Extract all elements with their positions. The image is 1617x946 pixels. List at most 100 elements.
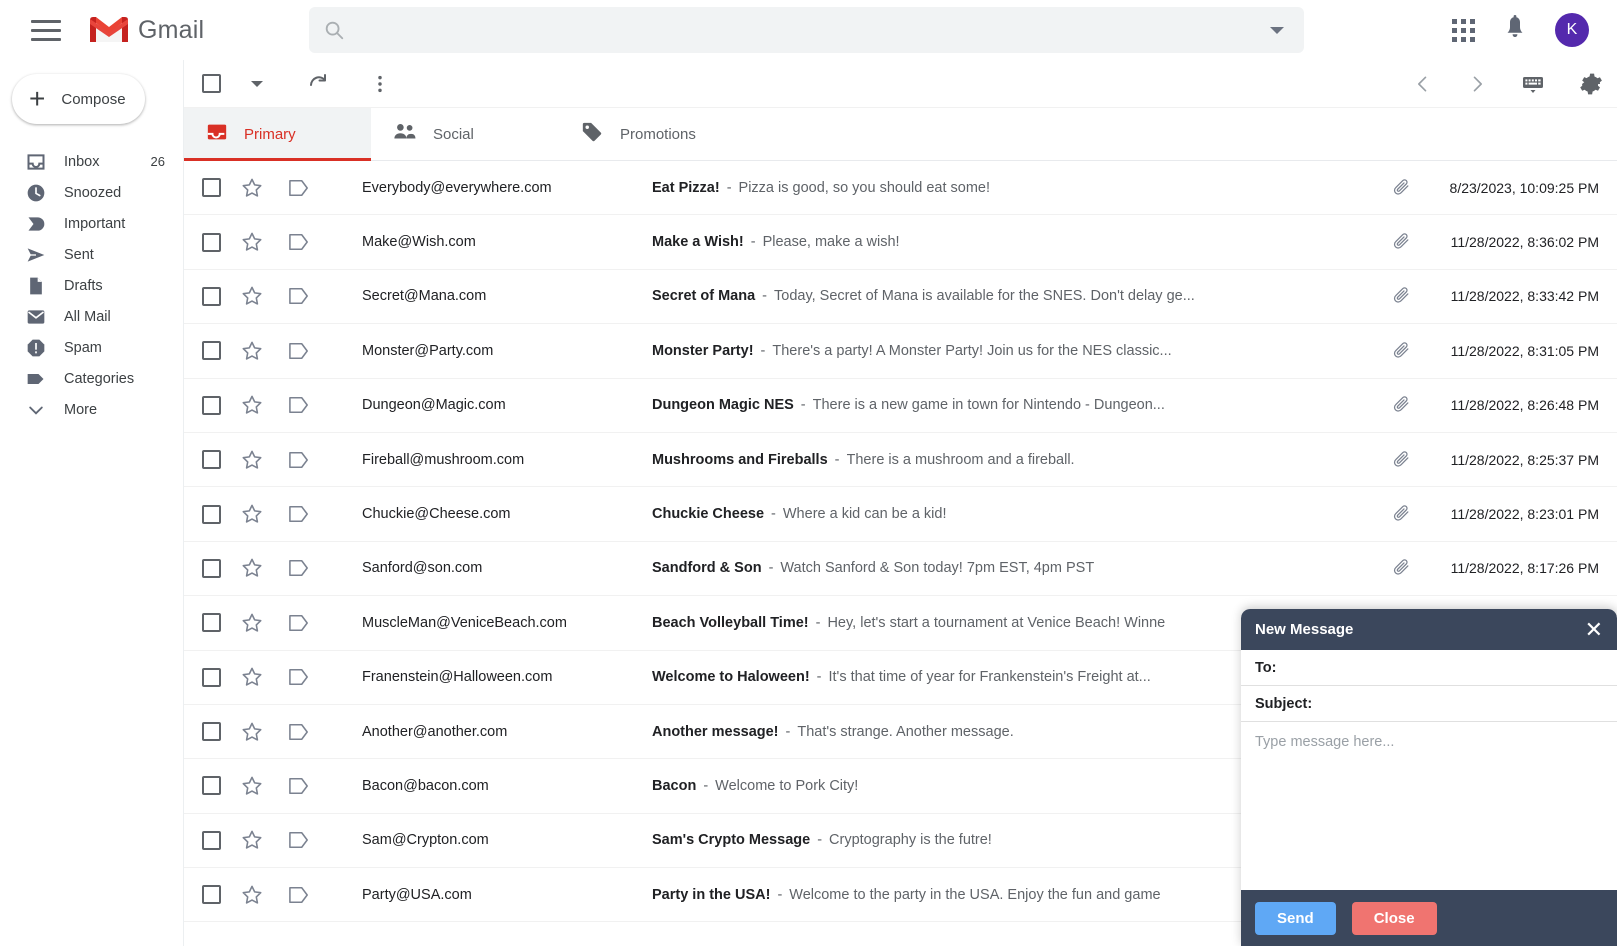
star-icon[interactable]	[241, 449, 263, 471]
email-message: Sandford & Son-Watch Sanford & Son today…	[652, 560, 1377, 576]
table-row[interactable]: Dungeon@Magic.comDungeon Magic NES-There…	[184, 379, 1617, 433]
important-marker-icon[interactable]	[288, 613, 310, 633]
row-select-checkbox[interactable]	[202, 831, 221, 850]
tab-primary[interactable]: Primary	[184, 108, 371, 160]
row-select-checkbox[interactable]	[202, 450, 221, 469]
star-icon[interactable]	[241, 829, 263, 851]
table-row[interactable]: Sanford@son.comSandford & Son-Watch Sanf…	[184, 542, 1617, 596]
important-marker-icon[interactable]	[288, 341, 310, 361]
sidebar-item-inbox[interactable]: Inbox 26	[0, 146, 183, 177]
keyboard-input-icon[interactable]	[1521, 72, 1545, 96]
important-marker-icon[interactable]	[288, 232, 310, 252]
star-icon[interactable]	[241, 775, 263, 797]
compose-button[interactable]: + Compose	[12, 74, 145, 124]
star-icon[interactable]	[241, 721, 263, 743]
table-row[interactable]: Fireball@mushroom.comMushrooms and Fireb…	[184, 433, 1617, 487]
chevron-left-icon[interactable]	[1413, 74, 1433, 94]
important-marker-icon[interactable]	[288, 885, 310, 905]
sidebar-item-categories[interactable]: Categories	[0, 363, 183, 394]
refresh-icon[interactable]	[307, 72, 331, 96]
compose-subject-input[interactable]	[1318, 696, 1603, 712]
important-marker-icon[interactable]	[288, 178, 310, 198]
attachment-paperclip-icon[interactable]	[1387, 178, 1417, 198]
attachment-paperclip-icon[interactable]	[1387, 558, 1417, 578]
close-button[interactable]: Close	[1352, 902, 1437, 935]
search-input[interactable]	[357, 22, 1270, 39]
important-marker-icon[interactable]	[288, 776, 310, 796]
table-row[interactable]: Make@Wish.comMake a Wish!-Please, make a…	[184, 215, 1617, 269]
avatar[interactable]: K	[1555, 13, 1589, 47]
compose-message-textarea[interactable]	[1255, 734, 1603, 878]
gear-icon[interactable]	[1579, 72, 1603, 96]
row-select-checkbox[interactable]	[202, 287, 221, 306]
table-row[interactable]: Everybody@everywhere.comEat Pizza!-Pizza…	[184, 161, 1617, 215]
star-icon[interactable]	[241, 285, 263, 307]
star-icon[interactable]	[241, 177, 263, 199]
important-marker-icon[interactable]	[288, 450, 310, 470]
attachment-paperclip-icon[interactable]	[1387, 450, 1417, 470]
star-icon[interactable]	[241, 557, 263, 579]
star-icon[interactable]	[241, 612, 263, 634]
sidebar-item-more[interactable]: More	[0, 394, 183, 425]
chevron-right-icon[interactable]	[1467, 74, 1487, 94]
row-select-checkbox[interactable]	[202, 233, 221, 252]
apps-grid-icon[interactable]	[1452, 19, 1475, 42]
row-select-checkbox[interactable]	[202, 341, 221, 360]
row-select-checkbox[interactable]	[202, 396, 221, 415]
sidebar-item-all-mail[interactable]: All Mail	[0, 301, 183, 332]
search-bar[interactable]	[309, 7, 1304, 53]
attachment-paperclip-icon[interactable]	[1387, 232, 1417, 252]
email-dash: -	[744, 234, 763, 250]
star-icon[interactable]	[241, 503, 263, 525]
table-row[interactable]: Secret@Mana.comSecret of Mana-Today, Sec…	[184, 270, 1617, 324]
sidebar-item-sent[interactable]: Sent	[0, 239, 183, 270]
compose-to-input[interactable]	[1282, 660, 1603, 676]
important-marker-icon[interactable]	[288, 558, 310, 578]
star-icon[interactable]	[241, 666, 263, 688]
mail-list-panel: Primary Social Promotions Everybody@ever…	[183, 60, 1617, 946]
star-icon[interactable]	[241, 340, 263, 362]
more-vertical-icon[interactable]	[369, 73, 391, 95]
row-select-checkbox[interactable]	[202, 178, 221, 197]
row-select-checkbox[interactable]	[202, 722, 221, 741]
attachment-paperclip-icon[interactable]	[1387, 395, 1417, 415]
important-marker-icon[interactable]	[288, 286, 310, 306]
sidebar-item-snoozed[interactable]: Snoozed	[0, 177, 183, 208]
send-arrow-icon	[25, 244, 46, 265]
sidebar-item-important[interactable]: Important	[0, 208, 183, 239]
email-snippet: Today, Secret of Mana is available for t…	[774, 288, 1195, 304]
important-marker-icon[interactable]	[288, 667, 310, 687]
important-marker-icon[interactable]	[288, 504, 310, 524]
chevron-down-icon[interactable]	[1270, 27, 1284, 34]
clock-icon	[25, 182, 46, 203]
row-select-checkbox[interactable]	[202, 668, 221, 687]
row-select-checkbox[interactable]	[202, 613, 221, 632]
tab-social[interactable]: Social	[371, 108, 558, 160]
send-button[interactable]: Send	[1255, 902, 1336, 935]
row-select-checkbox[interactable]	[202, 505, 221, 524]
email-dash: -	[828, 452, 847, 468]
bell-icon[interactable]	[1503, 15, 1527, 46]
tab-promotions[interactable]: Promotions	[558, 108, 745, 160]
important-marker-icon[interactable]	[288, 830, 310, 850]
star-icon[interactable]	[241, 231, 263, 253]
close-x-icon[interactable]: ✕	[1585, 619, 1603, 641]
important-marker-icon[interactable]	[288, 722, 310, 742]
sidebar-item-drafts[interactable]: Drafts	[0, 270, 183, 301]
row-select-checkbox[interactable]	[202, 559, 221, 578]
row-select-checkbox[interactable]	[202, 885, 221, 904]
attachment-paperclip-icon[interactable]	[1387, 286, 1417, 306]
select-all-checkbox[interactable]	[202, 74, 221, 93]
attachment-paperclip-icon[interactable]	[1387, 504, 1417, 524]
email-subject: Monster Party!	[652, 343, 754, 359]
table-row[interactable]: Monster@Party.comMonster Party!-There's …	[184, 324, 1617, 378]
sidebar-item-spam[interactable]: Spam	[0, 332, 183, 363]
attachment-paperclip-icon[interactable]	[1387, 341, 1417, 361]
row-select-checkbox[interactable]	[202, 776, 221, 795]
star-icon[interactable]	[241, 884, 263, 906]
select-all-chevron-down-icon[interactable]	[251, 81, 263, 87]
hamburger-menu-icon[interactable]	[24, 8, 68, 52]
important-marker-icon[interactable]	[288, 395, 310, 415]
table-row[interactable]: Chuckie@Cheese.comChuckie Cheese-Where a…	[184, 487, 1617, 541]
star-icon[interactable]	[241, 394, 263, 416]
